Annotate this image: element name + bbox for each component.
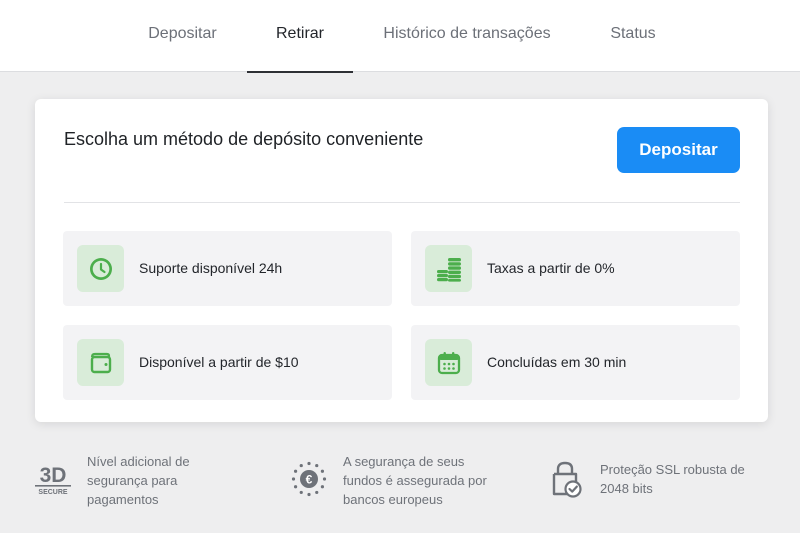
footer-ssl-text: Proteção SSL robusta de 2048 bits	[600, 460, 745, 498]
euro-star-dot	[322, 477, 327, 481]
feature-fees: Taxas a partir de 0%	[411, 231, 740, 306]
feature-label: Concluídas em 30 min	[487, 354, 627, 370]
3d-secure-icon: 3D SECURE	[33, 462, 73, 496]
euro-stars-icon: €	[290, 460, 328, 498]
tab-status[interactable]: Status	[590, 0, 676, 72]
footer-text-line: bancos europeus	[343, 492, 443, 507]
footer-text-line: 2048 bits	[600, 481, 653, 496]
footer-text-line: A segurança de seus	[343, 454, 465, 469]
feature-label: Suporte disponível 24h	[139, 260, 283, 276]
deposit-method-card: Escolha um método de depósito convenient…	[35, 99, 768, 422]
footer-text-line: segurança para	[87, 473, 178, 488]
tab-historico-de-transacoes[interactable]: Histórico de transações	[366, 0, 568, 72]
divider	[64, 202, 740, 203]
wallet-icon	[77, 339, 124, 386]
svg-text:€: €	[306, 473, 313, 487]
top-navigation: Depositar Retirar Histórico de transaçõe…	[0, 0, 800, 73]
euro-star-dot	[307, 461, 311, 466]
tab-retirar[interactable]: Retirar	[247, 0, 353, 73]
euro-star-dot	[293, 469, 298, 473]
euro-star-dot	[315, 490, 319, 495]
calendar-icon	[425, 339, 472, 386]
3d-secure-icon-text: 3D	[40, 464, 67, 487]
feature-label: Taxas a partir de 0%	[487, 260, 615, 276]
coins-icon	[425, 245, 472, 292]
footer-3d-secure-text: Nível adicional de segurança para pagame…	[87, 452, 190, 509]
feature-label: Disponível a partir de $10	[139, 354, 299, 370]
3d-secure-icon-subtext: SECURE	[38, 489, 68, 496]
lock-check-icon	[550, 458, 584, 500]
feature-minimum-deposit: Disponível a partir de $10	[63, 325, 392, 400]
deposit-button[interactable]: Depositar	[617, 127, 740, 173]
euro-star-dot	[293, 485, 298, 489]
feature-completion-time: Concluídas em 30 min	[411, 325, 740, 400]
euro-star-dot	[307, 492, 311, 497]
footer-text-line: pagamentos	[87, 492, 159, 507]
euro-star-dot	[299, 463, 303, 468]
footer-3d-secure: 3D SECURE Nível adicional de segurança p…	[33, 452, 233, 512]
feature-support-24h: Suporte disponível 24h	[63, 231, 392, 306]
clock-icon	[77, 245, 124, 292]
footer-european-banks-text: A segurança de seus fundos é assegurada …	[343, 452, 487, 509]
footer-ssl: Proteção SSL robusta de 2048 bits	[550, 452, 780, 512]
footer-text-line: Proteção SSL robusta de	[600, 462, 745, 477]
tab-depositar[interactable]: Depositar	[130, 0, 235, 72]
footer-text-line: fundos é assegurada por	[343, 473, 487, 488]
euro-star-dot	[320, 469, 325, 473]
euro-star-dot	[299, 490, 303, 495]
euro-star-dot	[291, 477, 296, 481]
euro-star-dot	[320, 485, 325, 489]
card-title: Escolha um método de depósito convenient…	[64, 129, 424, 149]
euro-star-dot	[315, 463, 319, 468]
footer-european-banks: € A segurança de seus fundos é assegurad…	[290, 452, 520, 512]
footer-text-line: Nível adicional de	[87, 454, 190, 469]
